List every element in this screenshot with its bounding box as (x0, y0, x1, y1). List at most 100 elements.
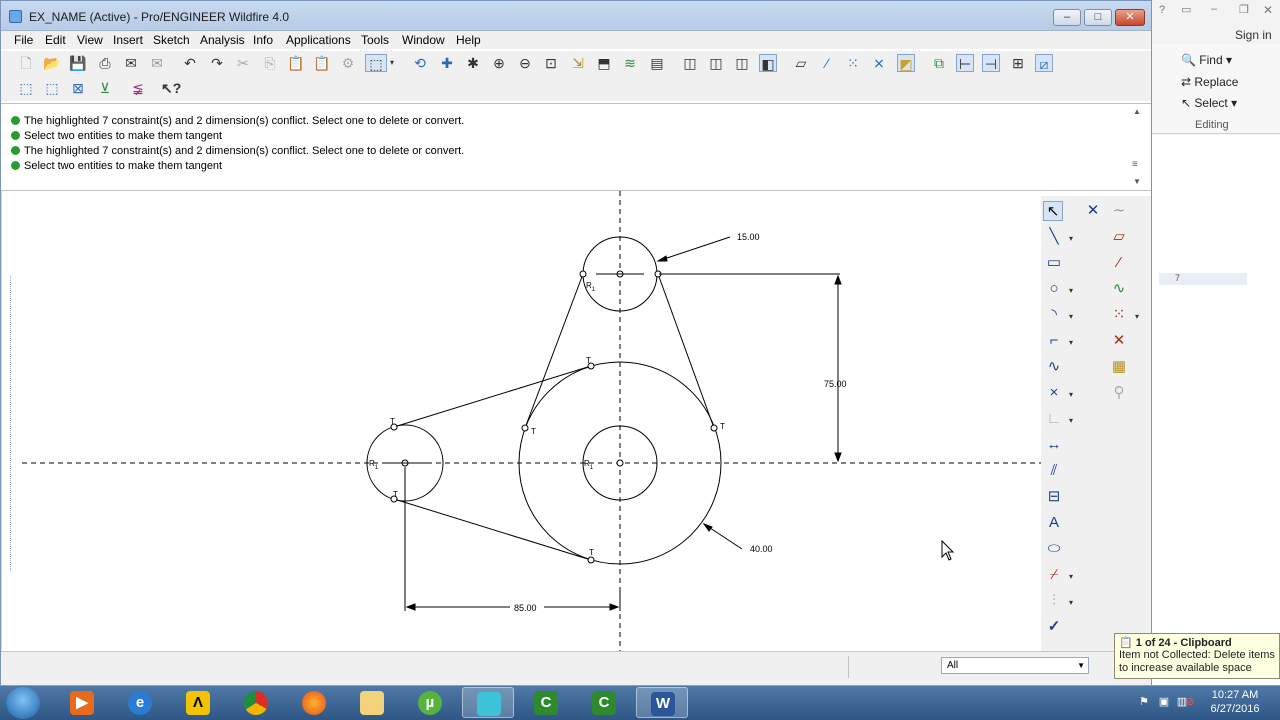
divide-icon[interactable]: ✕ (1109, 331, 1129, 351)
minimize-icon[interactable]: – (1211, 3, 1217, 15)
taskbar-item-firefox[interactable] (288, 687, 340, 718)
dim-horizontal[interactable]: 85.00 (514, 603, 537, 613)
tangent-marker[interactable]: T (586, 356, 591, 365)
sketch-check-icon[interactable]: ⊻ (96, 79, 114, 97)
chevron-down-icon[interactable]: ▾ (1069, 338, 1073, 347)
regenerate-icon[interactable]: ⚙ (339, 54, 357, 72)
left-sash[interactable] (10, 276, 16, 571)
tangent-marker[interactable]: T (393, 490, 398, 499)
close-button[interactable]: ✕ (1115, 9, 1145, 26)
datum-planes-icon[interactable]: ▱ (792, 54, 810, 72)
sketcher-display-icon[interactable]: ⧉ (930, 54, 948, 72)
spin-center-icon[interactable]: ✚ (438, 54, 456, 72)
copy-icon[interactable]: ⎘ (261, 54, 279, 72)
sketch-analysis-icon[interactable]: ≨ (129, 79, 147, 97)
taskbar-item-utorrent[interactable]: µ (404, 687, 456, 718)
menu-info[interactable]: Info (253, 33, 273, 47)
palette-tool-icon[interactable]: ⬭ (1044, 539, 1064, 559)
selection-box-icon[interactable]: ⬚ (365, 54, 387, 72)
sketch-diagnose-icon[interactable]: ⊠ (69, 79, 87, 97)
shading-icon[interactable]: ◧ (759, 54, 777, 72)
cut-icon[interactable]: ✂ (234, 54, 252, 72)
palette-icon[interactable]: ▦ (1109, 357, 1129, 377)
sketch-canvas[interactable]: R1 R1 R1 T T T T T T 15.00 75.00 40.00 8… (2, 191, 1042, 651)
ribbon-display-icon[interactable]: ▭ (1181, 3, 1191, 16)
tangent-marker[interactable]: T (390, 417, 395, 426)
new-file-icon[interactable]: 🗋 (17, 54, 35, 72)
tangent-line[interactable] (657, 273, 715, 429)
layers-icon[interactable]: ≋ (621, 54, 639, 72)
chevron-down-icon[interactable]: ▾ (1069, 598, 1073, 607)
close-x-icon[interactable]: ✕ (1083, 201, 1103, 221)
scroll-up-icon[interactable]: ▲ (1133, 107, 1141, 116)
checkmark-icon[interactable]: ✓ (1044, 617, 1064, 637)
menu-insert[interactable]: Insert (113, 33, 143, 47)
tray-clock[interactable]: 10:27 AM 6/27/2016 (1200, 688, 1270, 716)
dimension-tool-icon[interactable]: ↔ (1044, 435, 1064, 455)
selection-filter[interactable]: All ▼ (941, 657, 1089, 674)
redo-icon[interactable]: ↷ (208, 54, 226, 72)
tangent-line[interactable] (393, 365, 592, 428)
menu-window[interactable]: Window (402, 33, 445, 47)
dim-big-radius[interactable]: 40.00 (750, 544, 773, 554)
save-icon[interactable]: 💾 (69, 54, 87, 72)
send-link-icon[interactable]: ✉ (148, 54, 166, 72)
hidden-line-icon[interactable]: ◫ (707, 54, 725, 72)
tangent-marker[interactable]: T (531, 427, 536, 436)
spline-dim-icon[interactable]: ∼ (1109, 201, 1129, 221)
orient-icon[interactable]: ✱ (464, 54, 482, 72)
find-button[interactable]: 🔍 Find ▾ (1181, 53, 1232, 67)
maximize-button[interactable]: □ (1084, 9, 1112, 26)
menu-help[interactable]: Help (456, 33, 481, 47)
start-button[interactable] (6, 687, 40, 719)
close-icon[interactable]: ✕ (1263, 3, 1273, 17)
mirror-tool-icon[interactable]: ⫶ (1044, 591, 1064, 611)
taskbar-item-archicad[interactable]: Λ (172, 687, 224, 718)
taskbar-item-proe[interactable] (462, 687, 514, 718)
radius-leader[interactable] (657, 236, 731, 262)
menu-tools[interactable]: Tools (361, 33, 389, 47)
trim-tool-icon[interactable]: ⌿ (1044, 565, 1064, 585)
sketch-references-icon[interactable]: ⬚ (43, 79, 61, 97)
chevron-down-icon[interactable]: ▾ (1069, 390, 1073, 399)
taskbar-item-explorer[interactable] (346, 687, 398, 718)
mirror-icon[interactable]: ⚲ (1109, 383, 1129, 403)
paste-special-icon[interactable]: 📋 (313, 54, 331, 72)
saved-views-icon[interactable]: ⬒ (595, 54, 613, 72)
constraints-tool-icon[interactable]: ⊟ (1044, 487, 1064, 507)
taskbar-item-camtasia2[interactable]: C (578, 687, 630, 718)
graphics-area[interactable]: R1 R1 R1 T T T T T T 15.00 75.00 40.00 8… (1, 191, 1042, 651)
sketch-setup-icon[interactable]: ⬚ (17, 79, 35, 97)
chevron-down-icon[interactable]: ▾ (1069, 286, 1073, 295)
modify-tool-icon[interactable]: ⫽ (1044, 461, 1064, 481)
send-mail-icon[interactable]: ✉ (122, 54, 140, 72)
tray-network-icon[interactable]: ⚑ (1137, 695, 1151, 709)
chevron-down-icon[interactable]: ▾ (1069, 572, 1073, 581)
vertex[interactable] (710, 424, 718, 432)
annotations-icon[interactable]: ◩ (897, 54, 915, 72)
curve-icon[interactable]: ∿ (1109, 279, 1129, 299)
open-folder-icon[interactable]: 📂 (43, 54, 61, 72)
wireframe-icon[interactable]: ◫ (681, 54, 699, 72)
dim-top-radius[interactable]: 15.00 (737, 232, 760, 242)
context-help-icon[interactable]: ↖? (161, 79, 181, 97)
message-scrollbar[interactable]: ▲ ≡ ▼ (1131, 107, 1143, 187)
select-arrow-icon[interactable]: ↖ (1043, 201, 1063, 221)
vertex[interactable] (587, 556, 595, 564)
menu-edit[interactable]: Edit (45, 33, 66, 47)
clipboard-notification[interactable]: 📋 1 of 24 - Clipboard Item not Collected… (1114, 633, 1280, 679)
taskbar-item-chrome[interactable] (230, 687, 282, 718)
arc-tool-icon[interactable]: ◝ (1044, 305, 1064, 325)
tray-volume-icon[interactable]: ⊘ (1183, 695, 1197, 709)
chevron-down-icon[interactable]: ▾ (1069, 416, 1073, 425)
disp-vertices-icon[interactable]: ⧄ (1035, 54, 1053, 72)
tangent-marker[interactable]: T (589, 548, 594, 557)
tangent-marker[interactable]: T (720, 422, 725, 431)
refit-icon[interactable]: ⊡ (542, 54, 560, 72)
chevron-down-icon[interactable]: ▾ (1069, 312, 1073, 321)
sign-in-link[interactable]: Sign in (1235, 28, 1272, 42)
line-tool-icon[interactable]: ╲ (1044, 227, 1064, 247)
menu-file[interactable]: File (14, 33, 33, 47)
chevron-down-icon[interactable]: ▼ (1077, 658, 1085, 673)
spline-tool-icon[interactable]: ∿ (1044, 357, 1064, 377)
